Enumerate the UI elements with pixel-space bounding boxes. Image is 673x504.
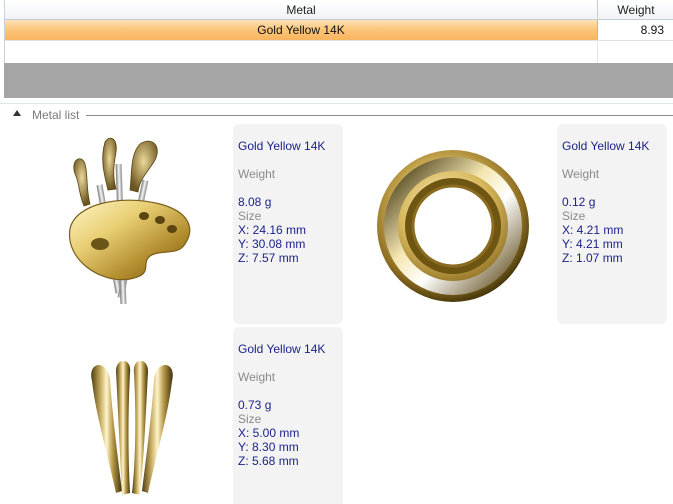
column-header-metal[interactable]: Metal bbox=[5, 0, 598, 20]
collapse-triangle-icon[interactable] bbox=[13, 110, 21, 116]
item-size-x: X: 24.16 mm bbox=[238, 223, 307, 237]
item-card[interactable]: Gold Yellow 14K Weight 0.12 g Size X: 4.… bbox=[345, 124, 673, 324]
size-label: Size bbox=[238, 209, 262, 223]
palette-pendant-icon bbox=[68, 137, 191, 305]
metal-grid: Metal Weight Gold Yellow 14K 8.93 bbox=[4, 0, 673, 63]
item-size-z: Z: 1.07 mm bbox=[562, 251, 623, 265]
ring-icon bbox=[377, 150, 529, 302]
group-divider bbox=[86, 115, 673, 116]
item-card[interactable]: Gold Yellow 14K Weight 0.73 g Size X: 5.… bbox=[0, 327, 345, 504]
column-header-weight[interactable]: Weight bbox=[598, 0, 673, 20]
column-separator bbox=[597, 41, 598, 63]
item-metal: Gold Yellow 14K bbox=[238, 139, 326, 153]
size-label: Size bbox=[238, 412, 262, 426]
item-size-y: Y: 30.08 mm bbox=[238, 237, 306, 251]
item-weight: 8.08 g bbox=[238, 195, 272, 209]
group-title: Metal list bbox=[32, 108, 80, 122]
cell-metal[interactable]: Gold Yellow 14K bbox=[5, 20, 598, 40]
panel-divider bbox=[0, 98, 673, 104]
item-weight: 0.73 g bbox=[238, 398, 272, 412]
item-info-panel: Gold Yellow 14K Weight 0.12 g Size X: 4.… bbox=[557, 124, 667, 324]
item-size-x: X: 4.21 mm bbox=[562, 223, 624, 237]
group-header-metal-list[interactable]: Metal list bbox=[0, 106, 673, 124]
grid-row-selected[interactable]: Gold Yellow 14K 8.93 bbox=[5, 20, 673, 41]
bail-icon bbox=[91, 361, 173, 495]
grid-header: Metal Weight bbox=[5, 0, 673, 20]
cell-weight[interactable]: 8.93 bbox=[598, 20, 673, 40]
item-size-y: Y: 8.30 mm bbox=[238, 440, 299, 454]
item-info-panel: Gold Yellow 14K Weight 0.73 g Size X: 5.… bbox=[233, 327, 343, 504]
size-label: Size bbox=[562, 209, 586, 223]
item-size-x: X: 5.00 mm bbox=[238, 426, 300, 440]
weight-label: Weight bbox=[238, 167, 276, 181]
weight-label: Weight bbox=[238, 370, 276, 384]
item-card[interactable]: Gold Yellow 14K Weight 8.08 g Size X: 24… bbox=[0, 124, 345, 324]
item-size-y: Y: 4.21 mm bbox=[562, 237, 623, 251]
grid-empty-area bbox=[4, 63, 673, 98]
grid-row-empty[interactable] bbox=[5, 41, 673, 63]
item-size-z: Z: 5.68 mm bbox=[238, 454, 299, 468]
item-weight: 0.12 g bbox=[562, 195, 596, 209]
item-info-panel: Gold Yellow 14K Weight 8.08 g Size X: 24… bbox=[233, 124, 343, 324]
item-metal: Gold Yellow 14K bbox=[238, 342, 326, 356]
item-size-z: Z: 7.57 mm bbox=[238, 251, 299, 265]
weight-label: Weight bbox=[562, 167, 600, 181]
item-metal: Gold Yellow 14K bbox=[562, 139, 650, 153]
